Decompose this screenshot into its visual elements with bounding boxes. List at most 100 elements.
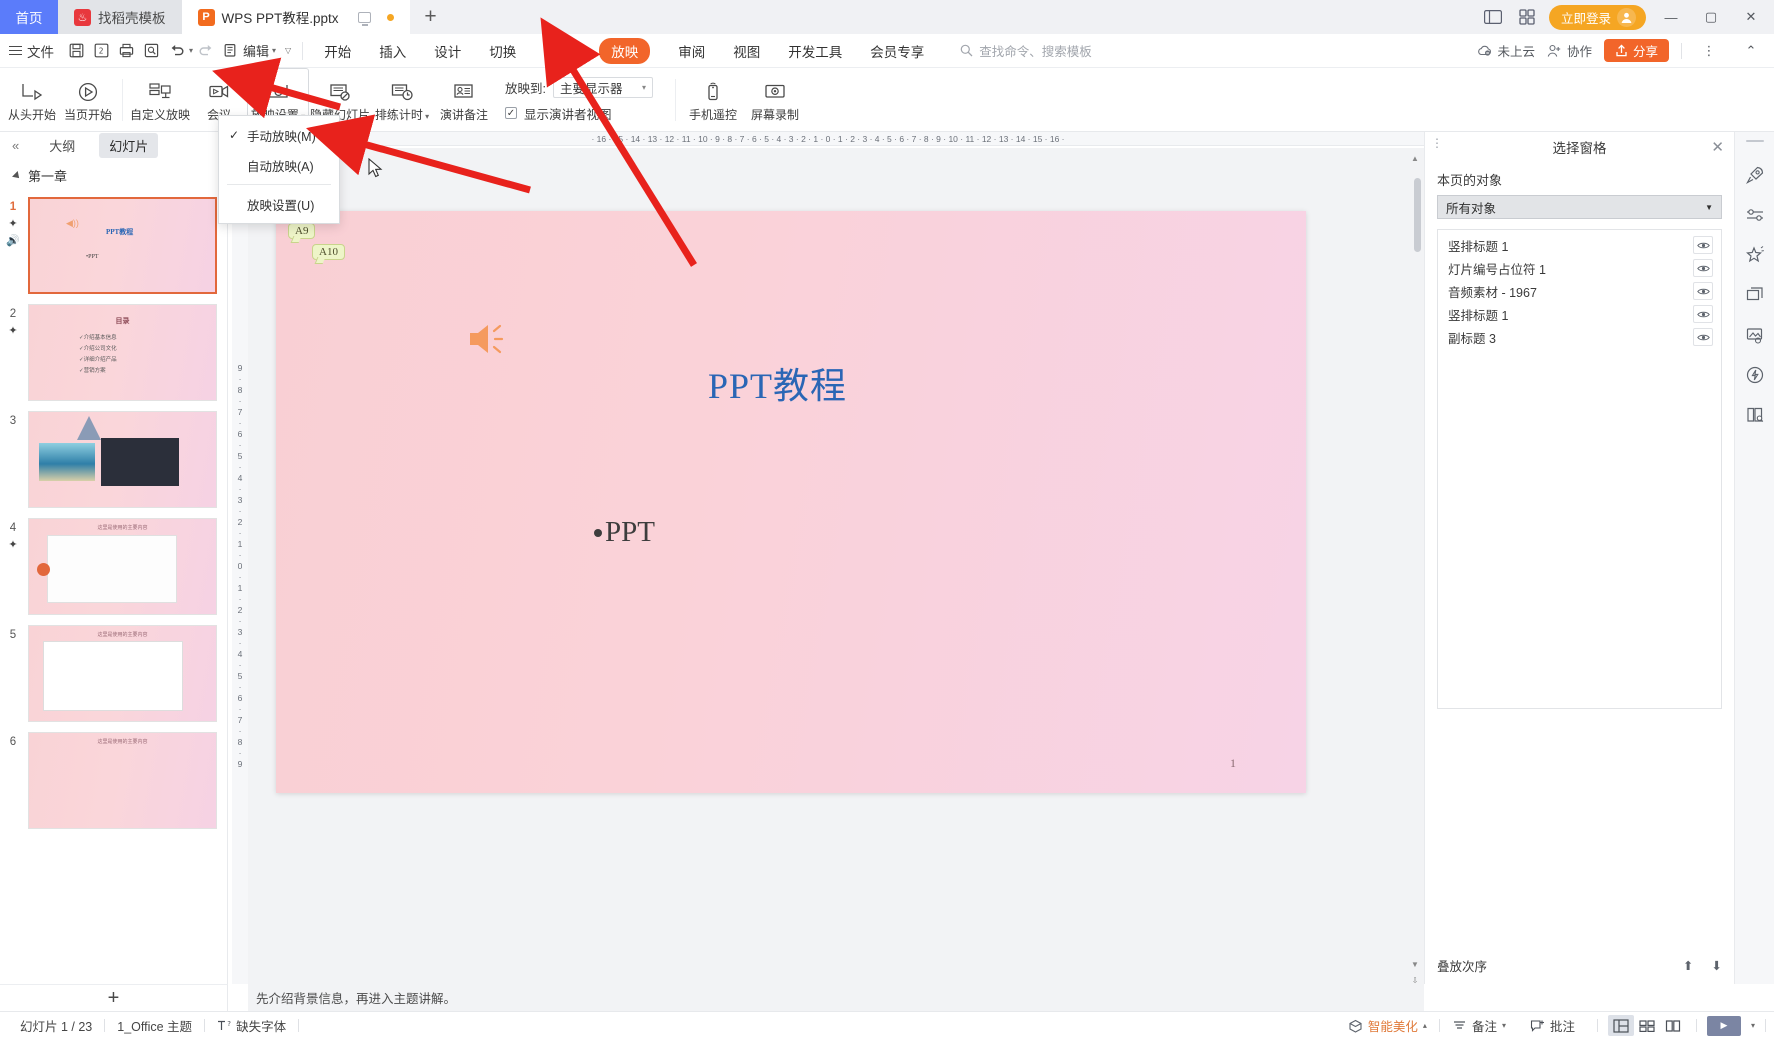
speaker-notes-pane[interactable]: 先介绍背景信息，再进入主题讲解。 (248, 984, 1424, 1011)
list-item[interactable]: 副标题 3 (1438, 326, 1721, 348)
tab-document[interactable]: P WPS PPT教程.pptx (181, 0, 410, 34)
chevron-down-icon[interactable]: ▾ (1502, 1021, 1506, 1030)
slide-title-text[interactable]: PPT教程 (708, 357, 847, 409)
visibility-eye-icon[interactable] (1693, 305, 1713, 323)
list-item[interactable]: 3 (0, 406, 227, 513)
menu-item-manual-show[interactable]: ✓ 手动放映(M) (219, 120, 339, 150)
rail-handle[interactable] (1745, 140, 1764, 142)
slide-thumbnail-list[interactable]: 1 ✦ 🔊 ◀)) PPT教程 •PPT 2 ✦ 目录 ✓介绍基本信息 ✓介绍公… (0, 192, 227, 984)
canvas-vertical-scrollbar[interactable]: ▲ ▼ ⇩ (1411, 152, 1422, 985)
visibility-eye-icon[interactable] (1693, 259, 1713, 277)
object-list[interactable]: 竖排标题 1 灯片编号占位符 1 音频素材 - 1967 竖排标题 1 副标题 … (1437, 229, 1722, 709)
slide-thumbnail[interactable]: 目录 ✓介绍基本信息 ✓介绍公司文化 ✓详细介绍产品 ✓营销方案 (28, 304, 217, 401)
ribbon-phone-remote[interactable]: 手机遥控 (682, 71, 744, 129)
ribbon-tab-animation[interactable]: 动画 (530, 34, 585, 68)
print-preview-icon[interactable] (139, 38, 164, 64)
add-slide-button[interactable]: + (0, 984, 228, 1011)
ribbon-tab-start[interactable]: 开始 (310, 34, 365, 68)
bring-forward-icon[interactable]: ⬆ (1683, 958, 1693, 973)
more-options-icon[interactable]: ⋮ (1694, 34, 1724, 68)
project-to-select[interactable]: 主要显示器 ▾ (552, 76, 653, 98)
login-button[interactable]: 立即登录 (1548, 4, 1646, 30)
list-item[interactable]: 5 这里是使用的主要内容 (0, 620, 227, 727)
magic-star-icon[interactable] (1742, 242, 1768, 268)
ribbon-presenter-notes[interactable]: 演讲备注 (433, 71, 495, 129)
notes-toggle-button[interactable]: 备注 ▾ (1440, 1016, 1518, 1035)
view-sorter-button[interactable] (1634, 1015, 1660, 1036)
chevron-down-icon-2[interactable]: ▽ (285, 46, 291, 55)
share-button[interactable]: 分享 (1603, 39, 1669, 62)
view-normal-button[interactable] (1607, 1015, 1634, 1036)
ribbon-tab-slideshow[interactable]: 放映 (585, 34, 664, 68)
collapse-pane-icon[interactable]: « (6, 138, 25, 153)
tab-outline[interactable]: 大纲 (39, 133, 85, 158)
ribbon-tab-view[interactable]: 视图 (719, 34, 774, 68)
settings-sliders-icon[interactable] (1742, 202, 1768, 228)
undo-icon[interactable] (164, 38, 189, 64)
ribbon-start-from-current[interactable]: 当页开始 (60, 71, 116, 129)
ribbon-tab-review[interactable]: 审阅 (664, 34, 719, 68)
tab-home[interactable]: 首页 (0, 0, 58, 34)
scroll-thumb[interactable] (1414, 178, 1421, 252)
ribbon-tab-design[interactable]: 设计 (420, 34, 475, 68)
horizontal-ruler[interactable]: · 16 · 15 · 14 · 13 · 12 · 11 · 10 · 9 ·… (232, 132, 1424, 146)
lightning-shield-icon[interactable] (1742, 362, 1768, 388)
ribbon-custom-show[interactable]: 自定义放映 (129, 71, 191, 129)
menu-item-auto-show[interactable]: 自动放映(A) (219, 150, 339, 180)
speaker-icon[interactable] (466, 321, 510, 360)
object-filter-select[interactable]: 所有对象 ▼ (1437, 195, 1722, 219)
slide-thumbnail[interactable]: 这里是使用的主要内容 (28, 732, 217, 829)
list-item[interactable]: 2 ✦ 目录 ✓介绍基本信息 ✓介绍公司文化 ✓详细介绍产品 ✓营销方案 (0, 299, 227, 406)
scroll-track[interactable] (1412, 152, 1422, 942)
animation-star-icon[interactable]: ✦ (8, 540, 17, 551)
file-menu-button[interactable]: 文件 (0, 41, 64, 61)
close-button[interactable]: ✕ (1736, 0, 1766, 34)
animation-star-icon[interactable]: ✦ (8, 326, 17, 337)
list-item[interactable]: 竖排标题 1 (1438, 234, 1721, 256)
slide-thumbnail[interactable]: 这里是使用的主要内容 (28, 518, 217, 615)
presenter-view-row[interactable]: ✓ 显示演讲者视图 (505, 104, 653, 123)
current-slide[interactable]: A9 A10 PPT教程 PPT 1 (276, 211, 1306, 793)
presenter-view-checkbox[interactable]: ✓ (505, 107, 517, 119)
visibility-eye-icon[interactable] (1693, 236, 1713, 254)
collaborate-button[interactable]: 协作 (1547, 41, 1592, 60)
cloud-status-button[interactable]: 未上云 (1477, 41, 1535, 60)
list-item[interactable]: 灯片编号占位符 1 (1438, 257, 1721, 279)
scroll-down-icon[interactable]: ▼ (1409, 958, 1421, 970)
new-tab-button[interactable]: + (410, 0, 452, 34)
ribbon-tab-member[interactable]: 会员专享 (856, 34, 938, 68)
list-item[interactable]: 1 ✦ 🔊 ◀)) PPT教程 •PPT (0, 192, 227, 299)
ribbon-tab-insert[interactable]: 插入 (365, 34, 420, 68)
comment-button[interactable]: 批注 (1518, 1016, 1587, 1035)
tab-docer-templates[interactable]: ♨ 找稻壳模板 (58, 0, 182, 34)
animation-star-icon[interactable]: ✦ (8, 219, 17, 230)
list-item[interactable]: 4 ✦ 这里是使用的主要内容 (0, 513, 227, 620)
vertical-ruler[interactable]: 9 · 8 · 7 · 6 · 5 · 4 · 3 · 2 · 1 · 0 · 1 · 2 · 3 · 4… (232, 148, 248, 984)
maximize-button[interactable]: ▢ (1696, 0, 1726, 34)
list-item[interactable]: 音频素材 - 1967 (1438, 280, 1721, 302)
animation-tag-a10[interactable]: A10 (312, 244, 345, 260)
drag-grip-icon[interactable]: ⋮ (1431, 137, 1443, 149)
ribbon-screen-record[interactable]: 屏幕录制 (744, 71, 806, 129)
missing-font-status[interactable]: ? 缺失字体 (205, 1016, 298, 1035)
slide-counter[interactable]: 幻灯片 1 / 23 (8, 1016, 104, 1035)
visibility-eye-icon[interactable] (1693, 282, 1713, 300)
close-icon[interactable]: ✕ (1711, 138, 1724, 156)
ribbon-start-from-beginning[interactable]: 从头开始 (4, 71, 60, 129)
search-input[interactable]: 查找命令、搜索模板 (960, 41, 1092, 60)
save-as-icon[interactable]: 2 (89, 38, 114, 64)
ribbon-tab-devtools[interactable]: 开发工具 (774, 34, 856, 68)
duplicate-shape-icon[interactable] (1742, 282, 1768, 308)
grid-view-icon[interactable] (1515, 5, 1539, 29)
slide-thumbnail[interactable]: ◀)) PPT教程 •PPT (28, 197, 217, 294)
send-backward-icon[interactable]: ⬇ (1712, 958, 1722, 973)
chevron-up-icon[interactable]: ▴ (1423, 1021, 1427, 1030)
section-header[interactable]: 第一章 (0, 158, 227, 191)
edit-mode-dropdown[interactable]: 编辑 ▾ ▽ (243, 41, 295, 60)
split-view-icon[interactable] (1481, 5, 1505, 29)
ribbon-rehearse-timing[interactable]: 排练计时 ▾ (371, 71, 433, 129)
play-options-caret-icon[interactable]: ▾ (1751, 1021, 1755, 1030)
menu-item-show-setup[interactable]: 放映设置(U) (219, 189, 339, 219)
slide-bullet-text[interactable]: PPT (594, 516, 655, 549)
list-item[interactable]: 6 这里是使用的主要内容 (0, 727, 227, 834)
